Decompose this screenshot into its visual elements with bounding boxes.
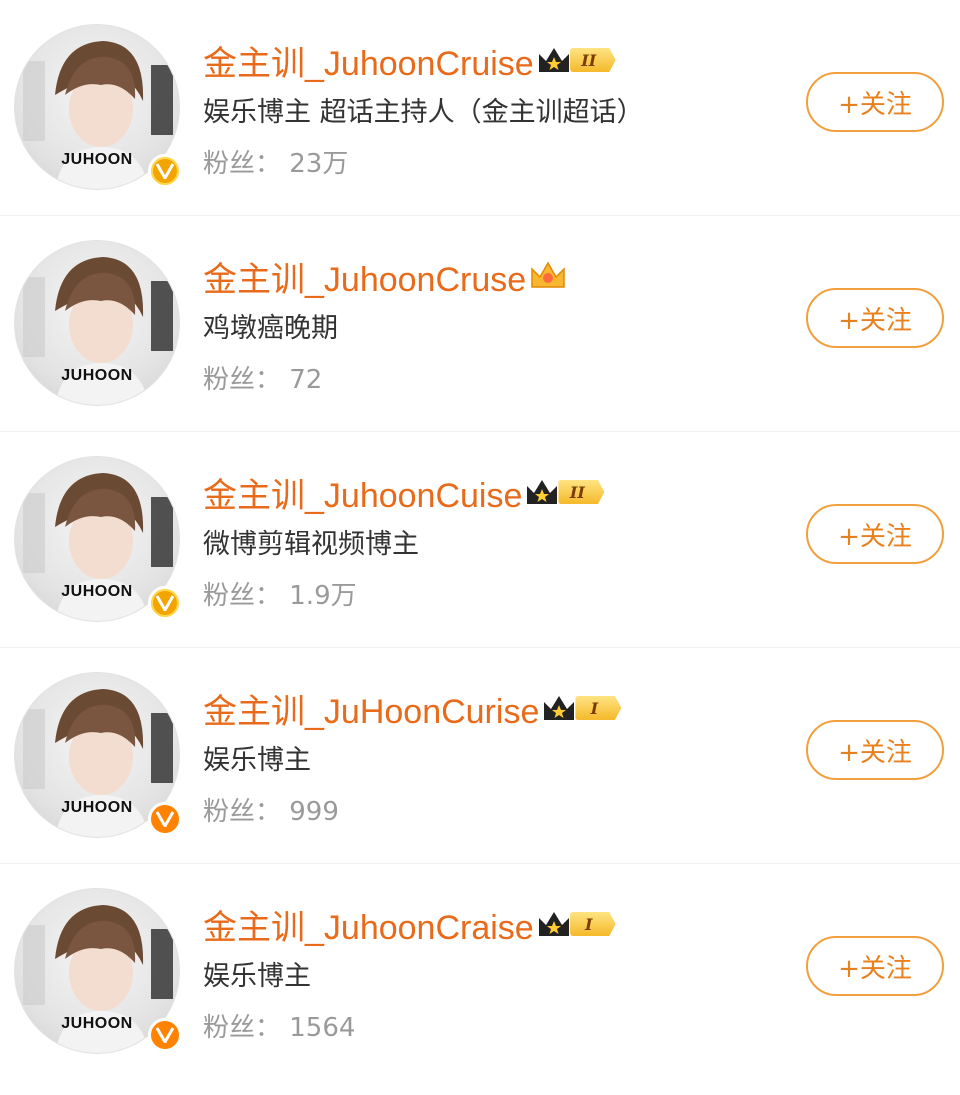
user-info: 金主训_JuhoonCraise I 娱乐博主 粉丝： 1564 <box>203 902 770 1044</box>
follow-label: +关注 <box>838 521 912 552</box>
avatar-image: JUHOON <box>14 240 180 406</box>
avatar-caption: JUHOON <box>61 367 133 384</box>
name-line: 金主训_JuHoonCurise I <box>203 684 770 733</box>
name-line: 金主训_JuhoonCruise II <box>203 36 770 85</box>
user-info: 金主训_JuhoonCruise II 娱乐博主 超话主持人（金主训超话） 粉丝… <box>203 38 770 180</box>
fans-count: 粉丝： 999 <box>203 797 339 827</box>
user-info: 金主训_JuHoonCurise I 娱乐博主 粉丝： 999 <box>203 686 770 828</box>
user-result-row[interactable]: JUHOON 金主训_JuhoonCraise I 娱乐博主 粉丝： 1564 … <box>0 864 960 1080</box>
avatar[interactable]: JUHOON <box>14 24 182 190</box>
v-orange-icon <box>148 802 182 836</box>
v-orange-icon <box>148 1018 182 1052</box>
user-info: 金主训_JuhoonCuise II 微博剪辑视频博主 粉丝： 1.9万 <box>203 470 770 612</box>
follow-button[interactable]: +关注 <box>806 720 944 780</box>
follow-button[interactable]: +关注 <box>806 72 944 132</box>
v-orange-icon <box>148 586 182 620</box>
user-result-row[interactable]: JUHOON 金主训_JuhoonCruise II 娱乐博主 超话主持人（金主… <box>0 0 960 216</box>
avatar[interactable]: JUHOON <box>14 888 182 1054</box>
user-name[interactable]: 金主训_JuHoonCurise <box>203 684 539 733</box>
avatar[interactable]: JUHOON <box>14 240 180 406</box>
fans-count: 粉丝： 23万 <box>203 149 349 179</box>
level-label: I <box>569 912 616 936</box>
follow-label: +关注 <box>838 305 912 336</box>
level-label: II <box>558 480 605 504</box>
follow-button[interactable]: +关注 <box>806 288 944 348</box>
user-description: 娱乐博主 <box>203 745 311 776</box>
follow-label: +关注 <box>838 89 912 120</box>
level-label: I <box>575 696 622 720</box>
user-description: 微博剪辑视频博主 <box>203 529 419 560</box>
fans-count: 粉丝： 1.9万 <box>203 581 357 611</box>
user-result-list: JUHOON 金主训_JuhoonCruise II 娱乐博主 超话主持人（金主… <box>0 0 960 1080</box>
user-description: 娱乐博主 <box>203 961 311 992</box>
crown-icon <box>528 259 568 293</box>
crown-I-icon: I <box>541 692 622 724</box>
fans-count: 粉丝： 72 <box>203 365 323 395</box>
fans-count: 粉丝： 1564 <box>203 1013 356 1043</box>
user-description: 鸡墩癌晚期 <box>203 313 338 344</box>
follow-label: +关注 <box>838 953 912 984</box>
crown-II-icon: II <box>524 476 605 508</box>
follow-label: +关注 <box>838 737 912 768</box>
user-name[interactable]: 金主训_JuhoonCruse <box>203 252 526 301</box>
v-gold-icon <box>148 154 182 188</box>
name-line: 金主训_JuhoonCruse <box>203 252 770 301</box>
level-label: II <box>569 48 616 72</box>
crown-I-icon: I <box>536 908 616 940</box>
avatar[interactable]: JUHOON <box>14 672 182 838</box>
follow-button[interactable]: +关注 <box>806 504 944 564</box>
user-result-row[interactable]: JUHOON 金主训_JuhoonCruse 鸡墩癌晚期 粉丝： 72 +关注 <box>0 216 960 432</box>
follow-button[interactable]: +关注 <box>806 936 944 996</box>
user-name[interactable]: 金主训_JuhoonCraise <box>203 900 534 949</box>
user-name[interactable]: 金主训_JuhoonCruise <box>203 36 534 85</box>
avatar[interactable]: JUHOON <box>14 456 182 622</box>
name-line: 金主训_JuhoonCraise I <box>203 900 770 949</box>
name-line: 金主训_JuhoonCuise II <box>203 468 770 517</box>
user-info: 金主训_JuhoonCruse 鸡墩癌晚期 粉丝： 72 <box>203 254 770 396</box>
user-name[interactable]: 金主训_JuhoonCuise <box>203 468 522 517</box>
user-result-row[interactable]: JUHOON 金主训_JuhoonCuise II 微博剪辑视频博主 粉丝： 1… <box>0 432 960 648</box>
crown-II-icon: II <box>536 44 616 76</box>
user-description: 娱乐博主 超话主持人（金主训超话） <box>203 97 644 128</box>
user-result-row[interactable]: JUHOON 金主训_JuHoonCurise I 娱乐博主 粉丝： 999 +… <box>0 648 960 864</box>
